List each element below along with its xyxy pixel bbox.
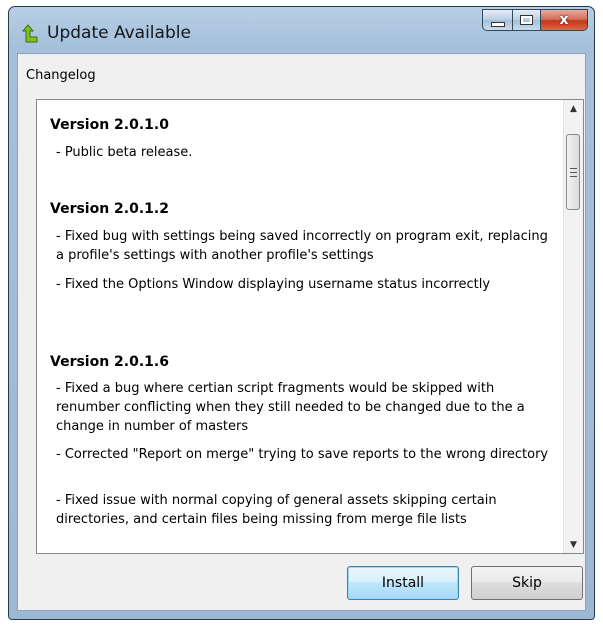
minimize-button[interactable]: [482, 9, 512, 31]
skip-button[interactable]: Skip: [471, 566, 583, 600]
minimize-icon: [490, 21, 505, 27]
version-heading: Version 2.0.1.2: [50, 201, 169, 217]
title-bar[interactable]: Update Available x: [9, 7, 594, 53]
changelog-entry: - Fixed issue with normal copying of gen…: [56, 493, 497, 527]
changelog-textbox[interactable]: Version 2.0.1.0 - Public beta release. V…: [36, 99, 584, 554]
version-heading: Version 2.0.1.0: [50, 117, 169, 133]
changelog-label: Changelog: [26, 68, 96, 83]
vertical-scrollbar[interactable]: ▲ ▼: [563, 100, 583, 553]
caption-buttons: x: [482, 9, 588, 31]
version-heading: Version 2.0.1.6: [50, 354, 169, 370]
changelog-entry: - Fixed the Options Window displaying us…: [56, 277, 491, 292]
scroll-thumb[interactable]: [566, 134, 580, 210]
scroll-down-button[interactable]: ▼: [564, 536, 583, 553]
changelog-content: Version 2.0.1.0 - Public beta release. V…: [37, 100, 557, 553]
maximize-button[interactable]: [512, 9, 540, 31]
maximize-icon: [520, 15, 533, 25]
changelog-entry: - Public beta release.: [56, 145, 193, 160]
window-title: Update Available: [47, 23, 191, 43]
chevron-up-icon: ▲: [570, 103, 577, 114]
scroll-up-button[interactable]: ▲: [564, 100, 583, 117]
close-icon: x: [559, 12, 569, 28]
chevron-down-icon: ▼: [570, 539, 577, 550]
close-button[interactable]: x: [540, 9, 588, 31]
update-arrow-icon: [21, 24, 38, 43]
grip-icon: [569, 167, 577, 177]
install-button[interactable]: Install: [347, 566, 459, 600]
changelog-entry: - Corrected "Report on merge" trying to …: [56, 447, 549, 462]
changelog-entry: - Fixed a bug where certian script fragm…: [56, 381, 525, 434]
changelog-entry: - Fixed bug with settings being saved in…: [56, 229, 548, 263]
